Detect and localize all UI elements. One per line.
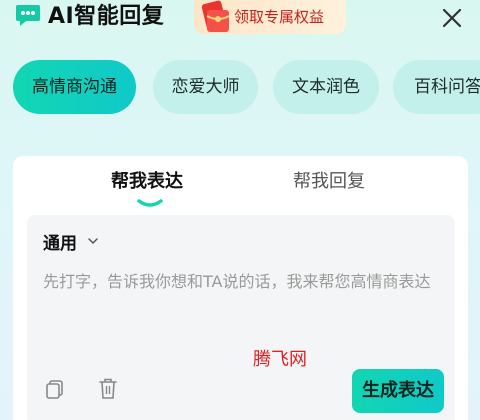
chip-high-eq-communication[interactable]: 高情商沟通 (13, 60, 136, 114)
copy-icon[interactable] (44, 378, 66, 400)
promo-banner[interactable]: 领取专属权益 (194, 0, 346, 34)
tab-reply-for-me[interactable]: 帮我回复 (293, 170, 365, 194)
mode-label: 通用 (43, 234, 77, 254)
compose-card: 帮我表达 帮我回复 通用 先打字，告诉我你想和TA说的话，我来帮您高情商表达 腾… (13, 156, 468, 420)
category-chips: 高情商沟通 恋爱大师 文本润色 百科问答 (0, 60, 480, 116)
generate-expression-button[interactable]: 生成表达 (352, 369, 444, 413)
close-icon[interactable] (440, 6, 464, 30)
chat-bubble-logo-icon (16, 5, 40, 26)
tab-express-for-me[interactable]: 帮我表达 (111, 170, 183, 194)
message-input[interactable]: 先打字，告诉我你想和TA说的话，我来帮您高情商表达 (43, 269, 445, 295)
red-packet-icon (201, 0, 230, 32)
chip-love-master[interactable]: 恋爱大师 (153, 60, 258, 114)
chip-encyclopedia-qa[interactable]: 百科问答 (393, 60, 480, 114)
promo-label: 领取专属权益 (234, 8, 325, 26)
header: AI智能回复 领取专属权益 (0, 0, 480, 36)
input-panel: 通用 先打字，告诉我你想和TA说的话，我来帮您高情商表达 腾飞网 生成表达 (27, 215, 455, 420)
tab-active-indicator (137, 199, 163, 207)
chevron-down-icon (88, 238, 98, 245)
watermark-text: 腾飞网 (253, 349, 307, 370)
trash-icon[interactable] (97, 377, 119, 401)
app-title: AI智能回复 (48, 4, 165, 29)
mode-dropdown[interactable]: 通用 (43, 233, 99, 255)
chip-text-polish[interactable]: 文本润色 (273, 60, 379, 114)
